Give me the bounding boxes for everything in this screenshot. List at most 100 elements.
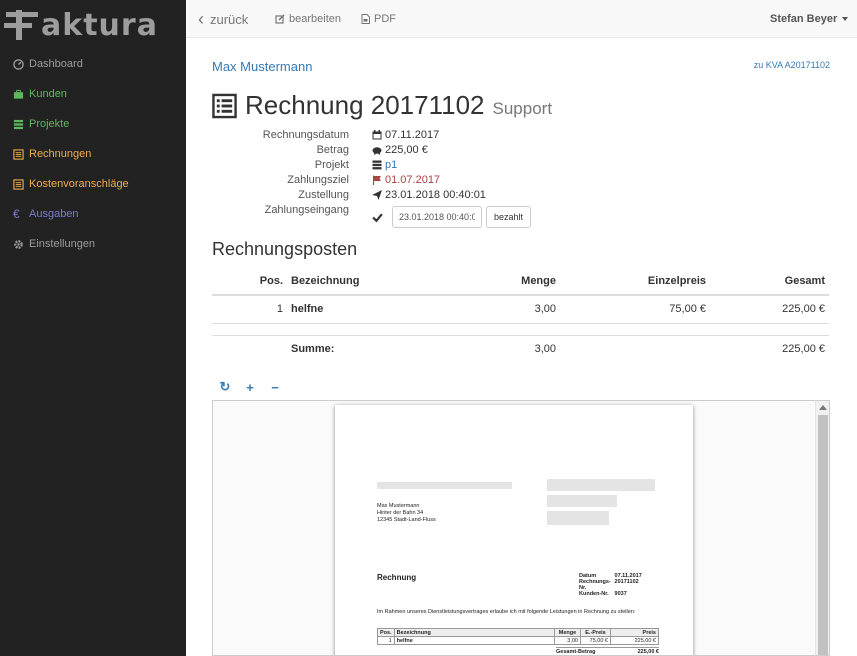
edit-label: bearbeiten [289,13,341,25]
chevron-left-icon: ‹ [198,8,204,29]
pdf-recipient-address: Max Mustermann Hinter der Bahn 34 12345 … [377,503,436,524]
pdf-col: E.-Preis [580,628,611,637]
tasks-icon [372,160,382,170]
positions-table: Pos. Bezeichnung Menge Einzelpreis Gesam… [212,267,829,363]
tasks-icon [13,119,24,129]
pdf-table-header: Pos. Bezeichnung Menge E.-Preis Preis [377,628,659,637]
logo[interactable]: aktura [0,2,186,43]
zoom-out-icon[interactable]: − [269,380,281,395]
page-title: Rechnung 20171102 Support [212,90,552,121]
cell-empty [560,334,710,363]
kva-reference: zu KVA A20171102 [754,60,830,70]
address-line: Max Mustermann [377,503,420,509]
positions-title: Rechnungsposten [212,239,358,259]
sidebar-item-label: Dashboard [29,58,83,70]
sidebar-item-label: Einstellungen [29,238,96,250]
pdf-table-row: 1 helfne 3,00 75,00 € 225,00 € [377,636,659,645]
sidebar-item-kunden[interactable]: Kunden [0,79,186,109]
redacted-block [547,495,617,507]
back-label: zurück [210,11,249,27]
list-alt-icon [212,93,237,118]
table-row: 1 helfne 3,00 75,00 € 225,00 € [212,295,829,324]
cell-menge: 3,00 [427,295,560,324]
flag-icon [373,175,381,185]
address-line: 12345 Stadt-Land-Fluss [377,517,436,523]
sidebar-item-label: Kostenvoranschläge [29,178,129,190]
sidebar-item-kostenvoranschlaege[interactable]: Kostenvoranschläge [0,169,186,199]
zoom-in-icon[interactable]: + [244,380,256,395]
address-line: Hinter der Bahn 34 [377,510,424,516]
pdf-cell: 1 [377,636,395,645]
zustellung-value: 23.01.2018 00:40:01 [385,189,486,201]
edit-icon [275,14,285,24]
pdf-total-value: 225,00 € [637,649,659,655]
detail-value: 23.01.2018 00:40:01 [372,189,486,201]
cell-gesamt: 225,00 € [710,295,829,324]
pdf-cell: 75,00 € [580,636,611,645]
col-pos: Pos. [212,267,287,296]
sidebar-item-dashboard[interactable]: Dashboard [0,49,186,79]
preview-scrollbar[interactable] [815,401,829,655]
detail-row-rechnungsdatum: Rechnungsdatum 07.11.2017 [186,129,857,144]
invoice-title: Rechnung 20171102 [245,90,485,120]
col-einzelpreis: Einzelpreis [560,267,710,296]
refresh-icon[interactable]: ↻ [219,379,231,395]
payment-date-input[interactable] [392,206,482,228]
col-bezeichnung: Bezeichnung [287,267,427,296]
sum-menge: 3,00 [427,334,560,363]
euro-icon: € [13,206,20,221]
detail-label: Zahlungsziel [287,174,349,186]
table-spacer [212,323,829,335]
pdf-button[interactable]: PDF [361,0,396,38]
pdf-col: Bezeichnung [393,628,556,637]
sidebar: aktura Dashboard Kunden Projekte Rechnun… [0,0,186,656]
pdf-cell: 225,00 € [610,636,659,645]
checkmark-icon [372,212,383,222]
customer-link[interactable]: Max Mustermann [212,59,312,74]
mark-paid-button[interactable]: bezahlt [486,206,532,228]
briefcase-icon [13,89,24,99]
pdf-total-label: Gesamt-Betrag [556,649,596,655]
detail-value: p1 [372,159,397,171]
pdf-zoom-controls: ↻ + − [219,379,281,395]
pdf-title: Rechnung [377,573,417,582]
send-icon [372,190,382,200]
pdf-col: Menge [554,628,581,637]
cell-bezeichnung: helfne [287,295,427,324]
pdf-label: PDF [374,13,396,25]
redacted-block [547,479,655,491]
col-menge: Menge [427,267,560,296]
detail-label: Betrag [316,144,349,156]
topbar: ‹ zurück bearbeiten PDF Stefan Beyer [186,0,857,38]
cell-einzelpreis: 75,00 € [560,295,710,324]
sidebar-item-einstellungen[interactable]: Einstellungen [0,229,186,259]
sidebar-item-rechnungen[interactable]: Rechnungen [0,139,186,169]
table-sum-row: Summe: 3,00 225,00 € [212,334,829,363]
pdf-col: Pos. [377,628,395,637]
projekt-link[interactable]: p1 [385,159,397,171]
dashboard-icon [13,58,24,70]
table-header-row: Pos. Bezeichnung Menge Einzelpreis Gesam… [212,267,829,296]
pdf-preview[interactable]: Max Mustermann Hinter der Bahn 34 12345 … [212,400,830,656]
kva-prefix: zu [753,60,764,70]
pdf-meta: Datum 07.11.2017 Rechnungs- 20171102 Nr.… [579,573,642,597]
sidebar-item-projekte[interactable]: Projekte [0,109,186,139]
meta-key: Kunden-Nr. [579,591,609,597]
kva-link[interactable]: KVA A20171102 [766,60,830,70]
file-pdf-icon [361,14,370,24]
pdf-cell: 3,00 [554,636,581,645]
scroll-up-icon[interactable] [819,405,827,410]
sidebar-item-ausgaben[interactable]: € Ausgaben [0,199,186,229]
edit-button[interactable]: bearbeiten [275,0,341,38]
sidebar-item-label: Rechnungen [29,148,92,160]
scrollbar-thumb[interactable] [818,415,828,655]
meta-value: 20171102 [614,579,639,585]
rechnungsdatum-value: 07.11.2017 [385,129,440,141]
detail-row-projekt: Projekt p1 [186,159,857,174]
piggy-bank-icon [372,147,382,155]
back-button[interactable]: ‹ zurück [198,0,248,38]
user-menu[interactable]: Stefan Beyer [770,0,849,38]
sum-gesamt: 225,00 € [710,334,829,363]
betrag-value: 225,00 € [385,144,428,156]
zahlungsziel-value: 01.07.2017 [385,174,441,186]
